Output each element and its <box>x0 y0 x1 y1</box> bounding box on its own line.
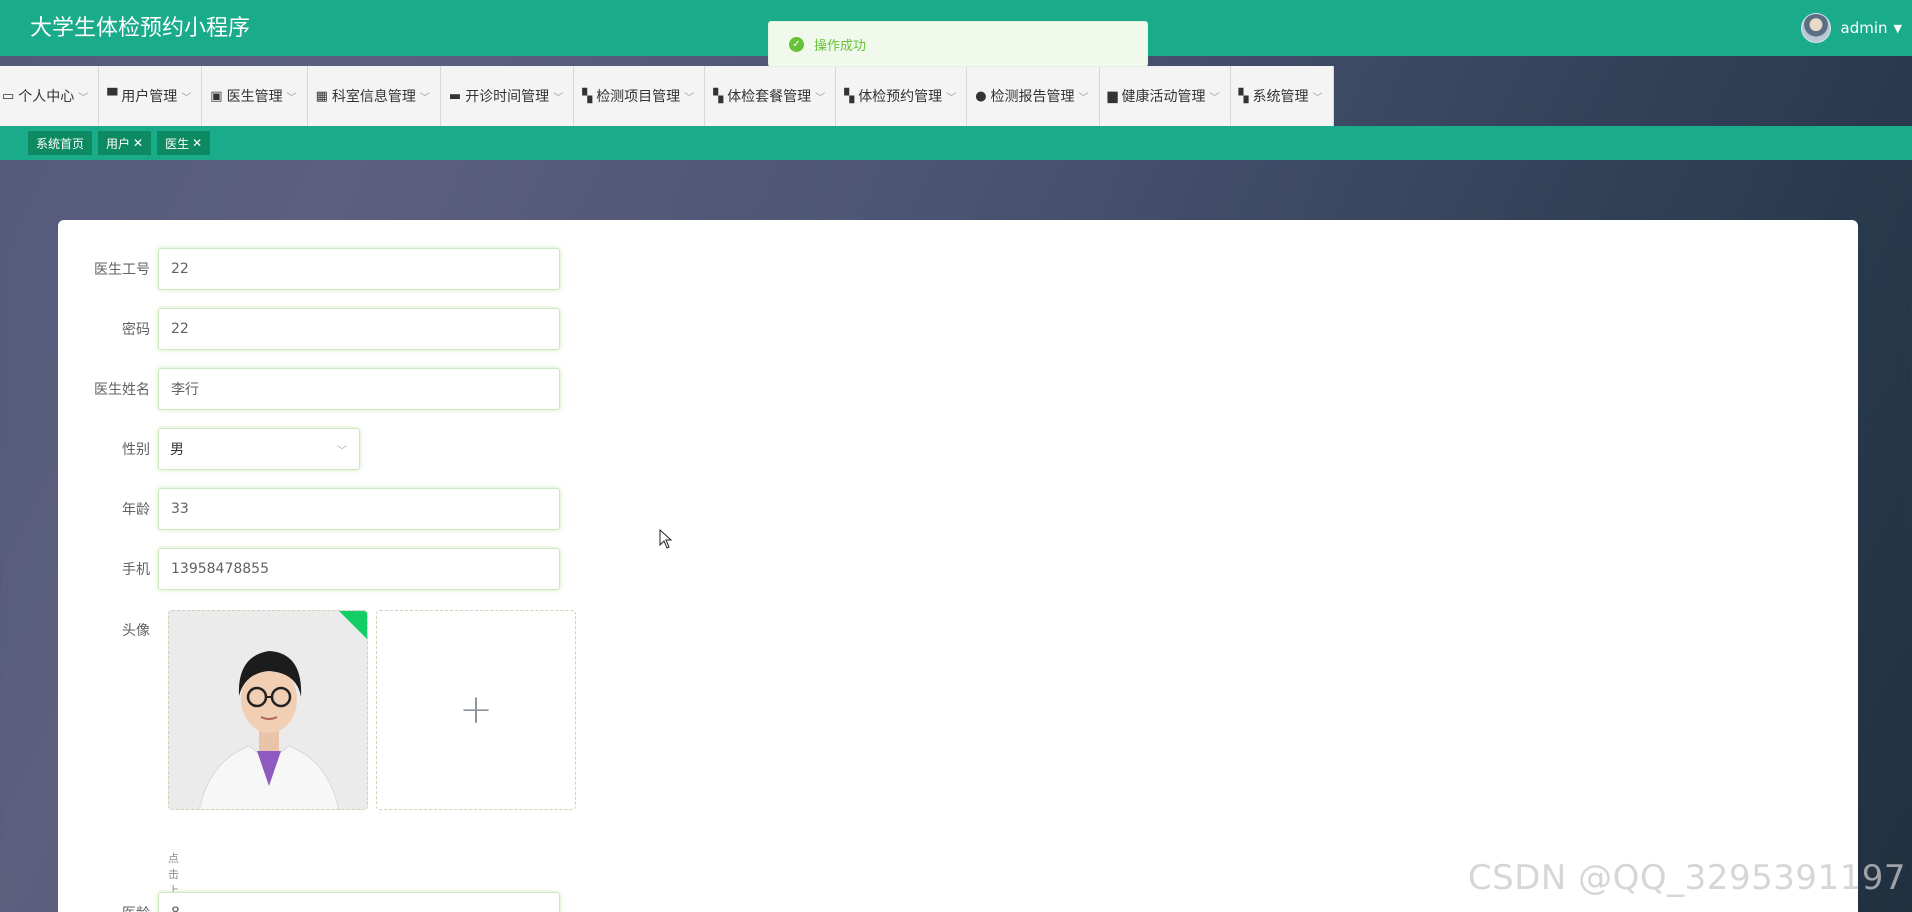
field-label: 医生姓名 <box>94 382 150 398</box>
nav-label: 医生管理 <box>226 89 283 105</box>
nav-item-test-items[interactable]: ▚ 检测项目管理 ﹀ <box>574 66 706 126</box>
form-row-gender: 性别 男 ﹀ <box>58 428 360 470</box>
chevron-down-icon: ﹀ <box>684 92 695 104</box>
nav-label: 科室信息管理 <box>331 89 416 105</box>
grid-icon: ▚ <box>844 88 855 104</box>
nav-item-doctors[interactable]: ▣ 医生管理 ﹀ <box>202 66 308 126</box>
chevron-down-icon: ﹀ <box>419 92 430 104</box>
chevron-down-icon: ﹀ <box>78 92 89 104</box>
nav-label: 开诊时间管理 <box>465 89 550 105</box>
printer-icon: ▆ <box>1107 88 1118 104</box>
uploaded-avatar-thumbnail[interactable] <box>168 610 368 810</box>
user-menu[interactable]: admin ▼ <box>1800 13 1902 43</box>
form-row-phone: 手机 13958478855 <box>58 548 560 590</box>
grid-icon: ▦ <box>315 88 328 104</box>
upload-success-badge <box>339 611 367 639</box>
chevron-down-icon: ﹀ <box>1078 92 1089 104</box>
doctor-portrait-image <box>169 611 367 809</box>
experience-input[interactable]: 8 <box>158 892 560 912</box>
toast-message: 操作成功 <box>814 38 867 54</box>
chevron-down-icon: ﹀ <box>286 92 297 104</box>
nav-item-packages[interactable]: ▚ 体检套餐管理 ﹀ <box>705 66 837 126</box>
username[interactable]: admin <box>1841 19 1888 37</box>
form-row-age: 年龄 33 <box>58 488 560 530</box>
field-label: 性别 <box>122 442 150 458</box>
user-avatar[interactable] <box>1800 13 1831 43</box>
form-row-password: 密码 22 <box>58 308 560 350</box>
nav-label: 用户管理 <box>121 89 178 105</box>
grid-icon: ▚ <box>1238 88 1249 104</box>
chevron-down-icon: ﹀ <box>337 445 347 457</box>
form-row-doctor-id: 医生工号 22 <box>58 248 560 290</box>
nav-label: 体检预约管理 <box>858 89 943 105</box>
nav-item-departments[interactable]: ▦ 科室信息管理 ﹀ <box>307 66 441 126</box>
nav-label: 检测报告管理 <box>990 89 1075 105</box>
tag-home[interactable]: 系统首页 <box>28 131 93 155</box>
chat-icon: ▬ <box>448 88 462 104</box>
user-icon: ▀ <box>107 88 118 104</box>
profile-icon: ▭ <box>2 88 15 104</box>
tag-label: 用户 <box>106 136 131 151</box>
nav-label: 健康活动管理 <box>1121 89 1206 105</box>
doctor-id-input[interactable]: 22 <box>158 248 560 290</box>
field-label: 密码 <box>122 322 150 338</box>
phone-input[interactable]: 13958478855 <box>158 548 560 590</box>
chevron-down-icon: ﹀ <box>1209 92 1220 104</box>
tags-view: 系统首页 用户 ✕ 医生 ✕ <box>0 126 1912 160</box>
nav-item-activities[interactable]: ▆ 健康活动管理 ﹀ <box>1099 66 1231 126</box>
doctor-name-input[interactable]: 李行 <box>158 368 560 410</box>
person-icon: ● <box>975 88 987 104</box>
caret-down-icon[interactable]: ▼ <box>1894 22 1902 35</box>
field-label: 医龄 <box>58 903 158 912</box>
close-icon[interactable]: ✕ <box>192 136 202 150</box>
age-input[interactable]: 33 <box>158 488 560 530</box>
nav-label: 检测项目管理 <box>596 89 681 105</box>
success-check-icon: ✓ <box>789 36 804 52</box>
nav-item-users[interactable]: ▀ 用户管理 ﹀ <box>99 66 203 126</box>
nav-item-reports[interactable]: ● 检测报告管理 ﹀ <box>967 66 1100 126</box>
nav-item-system[interactable]: ▚ 系统管理 ﹀ <box>1230 66 1334 126</box>
watermark-text: CSDN @QQ_3295391197 <box>1467 858 1906 898</box>
mouse-pointer-icon <box>659 529 673 549</box>
doctor-form-card: 医生工号 22 密码 22 医生姓名 李行 性别 男 ﹀ 年龄 33 手机 13… <box>58 220 1858 912</box>
tag-users[interactable]: 用户 ✕ <box>98 131 152 155</box>
form-row-doctor-name: 医生姓名 李行 <box>58 368 560 410</box>
form-row-experience: 医龄 8 <box>58 892 560 912</box>
plus-icon: + <box>459 687 493 733</box>
nav-item-profile[interactable]: ▭ 个人中心 ﹀ <box>0 66 100 126</box>
avatar-upload-button[interactable]: + <box>376 610 576 810</box>
grid-icon: ▚ <box>713 88 724 104</box>
main-nav: ▭ 个人中心 ﹀ ▀ 用户管理 ﹀ ▣ 医生管理 ﹀ ▦ 科室信息管理 ﹀ ▬ … <box>0 66 1334 126</box>
chevron-down-icon: ﹀ <box>946 92 957 104</box>
password-input[interactable]: 22 <box>158 308 560 350</box>
chevron-down-icon: ﹀ <box>815 92 826 104</box>
field-label: 头像 <box>122 623 150 639</box>
nav-label: 系统管理 <box>1252 89 1309 105</box>
close-icon[interactable]: ✕ <box>133 136 143 150</box>
chevron-down-icon: ﹀ <box>1312 92 1323 104</box>
grid-icon: ▚ <box>582 88 593 104</box>
tag-label: 医生 <box>165 136 190 151</box>
app-title: 大学生体检预约小程序 <box>30 16 251 41</box>
nav-label: 个人中心 <box>18 89 75 105</box>
chevron-down-icon: ﹀ <box>553 92 564 104</box>
nav-item-schedule[interactable]: ▬ 开诊时间管理 ﹀ <box>440 66 575 126</box>
success-toast: ✓ 操作成功 <box>768 21 1148 67</box>
tag-label: 系统首页 <box>36 136 85 151</box>
field-label: 手机 <box>122 562 150 578</box>
nav-label: 体检套餐管理 <box>727 89 812 105</box>
field-label: 年龄 <box>122 502 150 518</box>
gender-select-value: 男 <box>170 442 184 458</box>
tag-doctors[interactable]: 医生 ✕ <box>157 131 211 155</box>
doctor-icon: ▣ <box>210 88 223 104</box>
chevron-down-icon: ﹀ <box>181 92 192 104</box>
field-label: 医生工号 <box>94 262 150 278</box>
nav-item-appointments[interactable]: ▚ 体检预约管理 ﹀ <box>836 66 968 126</box>
gender-select[interactable]: 男 ﹀ <box>158 428 360 470</box>
